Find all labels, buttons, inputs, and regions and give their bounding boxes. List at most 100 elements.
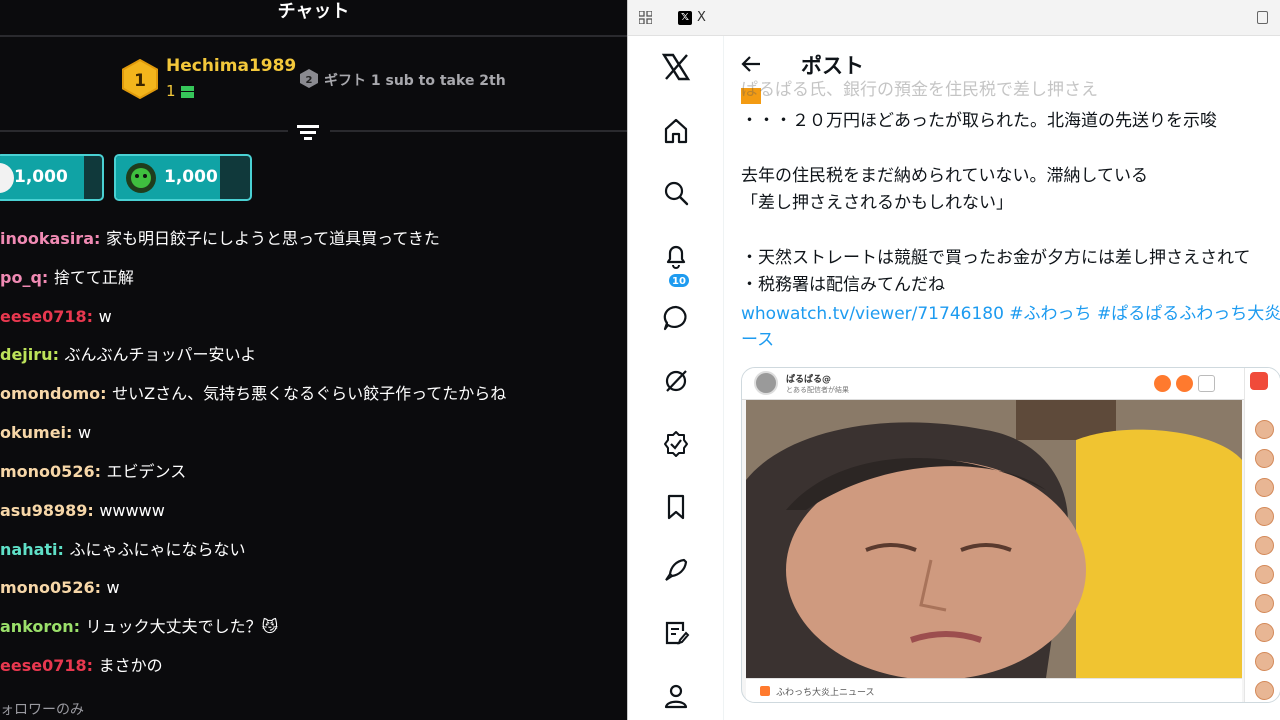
post-line: ・・・２０万円ほどあったが取られた。北海道の先送りを示唆 [741,111,1217,131]
chat-username[interactable]: omondomo [0,384,100,403]
rank-1-hexagon-icon: 1 [122,59,158,99]
pinned-gift-pill[interactable]: 1,000 [0,154,104,201]
post-line: ・天然ストレートは競艇で買ったお金が夕方には差し押さえされて [741,248,1251,268]
post-media-image[interactable]: ぱるぱる@ とある配信者が結果 ふわっち大炎上ニュース [741,367,1280,703]
avatar [126,163,156,193]
page-title: ポスト [801,54,864,78]
gift-sub-icon [181,86,194,98]
chat-message: omondomo: せいZさん、気持ち悪くなるぐらい餃子作ってたからね [0,381,506,407]
premium-check-icon[interactable] [662,430,690,458]
chat-username[interactable]: nahati [0,540,58,559]
top-gifter-count: 1 [166,82,176,100]
x-logo-icon[interactable] [661,52,691,82]
chat-message-text: w [106,578,120,597]
stream-photo [746,400,1242,678]
embed-gift-icon [1154,375,1171,392]
chat-message-text: エビデンス [106,462,187,481]
chat-username-colon: : [94,578,107,597]
chat-message: asu98989: wwwww [0,498,165,524]
chat-username-colon: : [94,462,107,481]
chat-username[interactable]: ankoron [0,617,74,636]
chat-username[interactable]: dejiru [0,345,53,364]
avatar [1255,594,1274,613]
pinned-gift-pill[interactable]: 1,000 [114,154,252,201]
avatar [1255,565,1274,584]
post-line: ・税務署は配信みてんだね [741,275,945,295]
chat-panel: チャット 1 Hechima1989 1 2 ギフト 1 sub to take… [0,0,627,720]
embed-stream-header: ぱるぱる@ とある配信者が結果 [742,368,1280,400]
embed-gift-button-icon [1250,372,1268,390]
chat-username[interactable]: eese0718 [0,656,87,675]
collapse-leaderboard-icon[interactable] [297,123,319,141]
notification-count-badge: 10 [668,273,690,288]
rank-2-hexagon-icon: 2 [300,69,318,88]
chat-username-colon: : [52,345,65,364]
avatar [1255,420,1274,439]
chat-message-text: wwwww [99,501,165,520]
chat-username-colon: : [86,656,99,675]
chat-message: mono0526: エビデンス [0,459,186,485]
tab-actions-icon[interactable] [1257,11,1268,24]
chat-title: チャット [277,1,350,22]
chat-username-colon: : [100,384,113,403]
profile-icon[interactable] [662,682,690,710]
chat-username[interactable]: okumei [0,423,66,442]
embed-share-icon [1198,375,1215,392]
avatar [1255,449,1274,468]
chat-message: okumei: w [0,420,91,446]
chat-message: mono0526: w [0,575,120,601]
tab-grid-icon[interactable] [639,11,652,24]
embed-comments-column [1244,368,1280,702]
chat-message-text: まさかの [98,656,163,675]
post-line: 「差し押さえされるかもしれない」 [741,193,1013,213]
chat-username-colon: : [86,307,99,326]
chat-username[interactable]: mono0526 [0,462,95,481]
avatar [1255,681,1274,700]
avatar [1255,507,1274,526]
post-link[interactable]: ース [741,328,774,352]
bookmarks-icon[interactable] [662,493,690,521]
chat-username[interactable]: po_q [0,268,42,287]
post-line: 去年の住民税をまだ納められていない。滞納している [741,166,1148,186]
tab-title[interactable]: X [697,10,706,25]
pill-value: 1,000 [164,167,218,187]
chat-message: nahati: ふにゃふにゃにならない [0,537,246,563]
chat-message: dejiru: ぶんぶんチョッパー安いよ [0,342,256,368]
chat-username-colon: : [57,540,70,559]
home-icon[interactable] [662,117,690,145]
chat-username[interactable]: asu98989 [0,501,87,520]
divider [330,130,627,132]
chat-username[interactable]: eese0718 [0,307,87,326]
avatar [1255,536,1274,555]
post-line: ぱるぱる氏、銀行の預金を住民税で差し押さえ [741,80,1098,100]
svg-text:1: 1 [134,71,146,91]
compose-article-icon[interactable] [662,619,690,647]
chat-message-text: 捨てて正解 [53,268,134,287]
avatar [754,371,778,395]
grok-icon[interactable] [662,367,690,395]
gift-to-take-2nd-text: ギフト 1 sub to take 2th [324,73,506,89]
back-arrow-icon[interactable] [741,55,761,73]
chat-username-colon: : [94,229,106,248]
chat-username[interactable]: inookasira [0,229,94,248]
chat-username-colon: : [41,268,54,287]
notifications-bell-icon[interactable] [662,242,690,270]
chat-username-colon: : [87,501,100,520]
top-gifter-name[interactable]: Hechima1989 [166,56,296,76]
divider [0,130,288,132]
jobs-rocket-icon[interactable] [662,556,690,584]
chat-username-colon: : [73,617,86,636]
chat-message-text: 家も明日餃子にしようと思って道具買ってきた [105,229,440,248]
chat-username-colon: : [66,423,78,442]
post-link[interactable]: whowatch.tv/viewer/71746180 #ふわっち #ぱるぱるふ… [741,302,1280,326]
messages-icon[interactable] [662,304,690,332]
x-sidebar-nav: 10 [628,36,724,720]
embed-comment-icon [760,686,770,696]
chat-message-text: せいZさん、気持ち悪くなるぐらい餃子作ってたからね [112,384,507,403]
pill-value: 1,000 [14,167,68,187]
chat-message: eese0718: w [0,304,112,330]
chat-username[interactable]: mono0526 [0,578,95,597]
avatar [1255,623,1274,642]
embed-bottom-bar: ふわっち大炎上ニュース [746,678,1242,702]
search-icon[interactable] [662,179,690,207]
